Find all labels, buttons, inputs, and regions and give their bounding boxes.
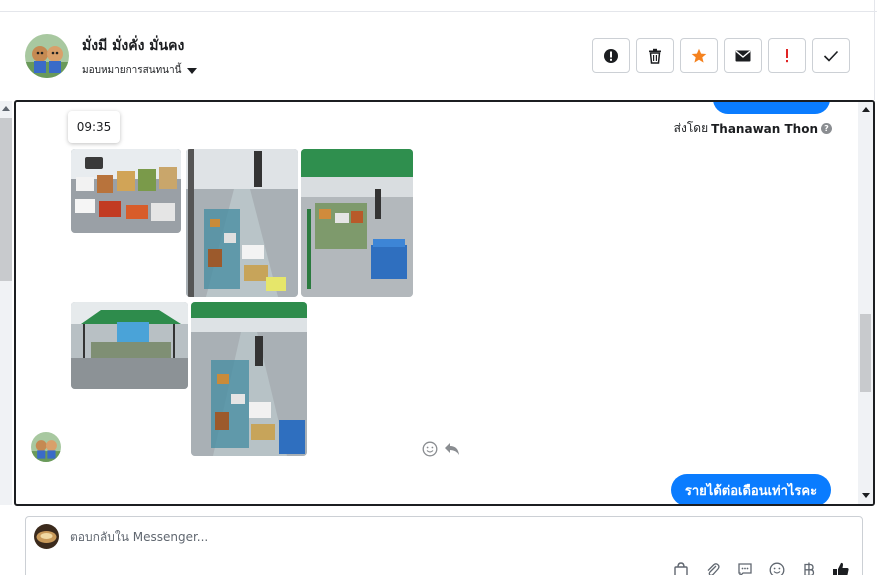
reply-composer: [25, 516, 863, 575]
reply-arrow-icon[interactable]: [444, 442, 460, 456]
scroll-up-icon[interactable]: [862, 107, 870, 112]
mark-unread-button[interactable]: [724, 38, 762, 73]
message-thread: 09:35 ส่งโดย Thanawan Thon ? รายได้ต่อเด…: [14, 100, 875, 506]
star-icon: [691, 48, 707, 63]
sent-by-label: ส่งโดย Thanawan Thon ?: [656, 119, 832, 138]
page-avatar: [34, 524, 59, 549]
contact-message-avatar[interactable]: [31, 432, 61, 462]
help-icon[interactable]: ?: [821, 123, 832, 134]
timestamp-tooltip: 09:35: [68, 111, 120, 143]
done-button[interactable]: [812, 38, 850, 73]
important-button[interactable]: [768, 38, 806, 73]
thread-scrollbar-thumb[interactable]: [860, 314, 871, 392]
contact-name: มั่งมี มั่งคั่ง มั่นคง: [82, 38, 185, 54]
shopping-bag-icon[interactable]: [672, 561, 690, 575]
top-divider: [0, 11, 877, 12]
photo-attachment[interactable]: [71, 149, 181, 233]
checkmark-icon: [823, 50, 839, 62]
like-thumb-icon[interactable]: [832, 561, 850, 575]
assign-label: มอบหมายการสนทนานี้: [82, 65, 182, 76]
contact-avatar[interactable]: [25, 34, 69, 78]
delete-button[interactable]: [636, 38, 674, 73]
outgoing-message-bubble[interactable]: [713, 102, 830, 114]
reply-input[interactable]: [70, 530, 570, 544]
payment-baht-icon[interactable]: [800, 561, 818, 575]
spam-alert-button[interactable]: [592, 38, 630, 73]
left-scrollbar-thumb[interactable]: [0, 118, 12, 281]
envelope-icon: [735, 50, 751, 61]
sender-name: Thanawan Thon: [711, 121, 818, 136]
photo-attachment[interactable]: [301, 149, 413, 297]
left-scroll-up-icon[interactable]: [2, 106, 10, 111]
photo-attachment[interactable]: [191, 302, 307, 456]
paperclip-icon[interactable]: [704, 561, 722, 575]
trash-icon: [649, 48, 661, 64]
message-actions: [422, 441, 460, 457]
thread-scrollbar[interactable]: [858, 102, 873, 504]
scroll-down-icon[interactable]: [862, 493, 870, 498]
right-divider: [874, 0, 875, 100]
smiley-icon[interactable]: [422, 441, 438, 457]
caret-down-icon: [187, 67, 198, 74]
outgoing-message-bubble[interactable]: รายได้ต่อเดือนเท่าไรคะ: [671, 474, 831, 504]
sent-by-prefix: ส่งโดย: [673, 121, 709, 135]
alert-circle-icon: [604, 48, 618, 63]
star-button[interactable]: [680, 38, 718, 73]
conversation-actions: [592, 38, 850, 73]
assign-conversation-dropdown[interactable]: มอบหมายการสนทนานี้: [82, 63, 198, 78]
inbox-conversation-view: มั่งมี มั่งคั่ง มั่นคง มอบหมายการสนทนานี…: [0, 0, 877, 575]
photo-attachment[interactable]: [186, 149, 298, 297]
exclamation-icon: [786, 48, 788, 62]
emoji-icon[interactable]: [768, 561, 786, 575]
saved-replies-icon[interactable]: [736, 561, 754, 575]
composer-toolbar: [672, 561, 850, 575]
photo-attachment[interactable]: [71, 302, 188, 389]
